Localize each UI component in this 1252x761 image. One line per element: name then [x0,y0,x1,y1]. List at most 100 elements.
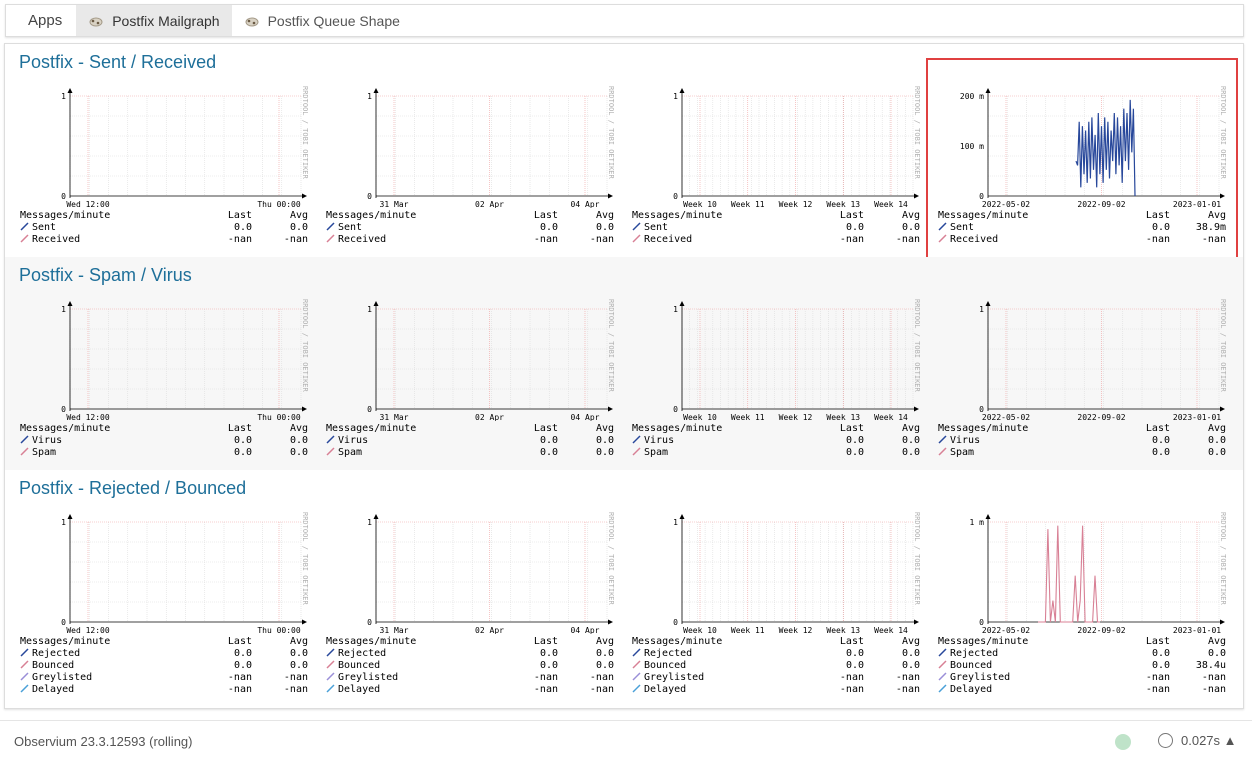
legend-row: Bounced 0.0 0.0 [326,659,614,672]
legend-series-name: Spam [338,447,363,458]
legend-avg-header: Avg [289,423,308,434]
app-tabs: Apps Postfix Mailgraph Postfix Queue Sha… [5,4,1244,37]
legend-last-header: Last [227,210,252,221]
graph-legend: Messages/minute Last Avg Sent 0.0 38.9m Receiv… [938,210,1226,246]
legend-avg-value: 0.0 [595,660,614,671]
rrd-graph[interactable]: Wed 12:00 Thu 00:00 1 0 RRDTOOL / TOBI OETIK… [20,510,308,695]
series-swatch-icon [326,683,335,693]
legend-series-name: Rejected [950,648,999,659]
rrd-graph[interactable]: Week 10 Week 11 Week 12 Week 13 Week 14 1 0 RRD… [632,84,920,252]
legend-last-value: 0.0 [845,435,864,446]
legend-series-name: Bounced [338,660,381,671]
legend-row: Bounced 0.0 0.0 [632,659,920,672]
legend-last-header: Last [533,423,558,434]
tab-postfix-mailgraph[interactable]: Postfix Mailgraph [76,5,232,36]
graph-legend: Messages/minute Last Avg Virus 0.0 0.0 Spam 0.0… [20,423,308,459]
legend-header: Messages/minute Last Avg [20,636,308,648]
rrd-graph[interactable]: Wed 12:00 Thu 00:00 1 0 RRDTOOL / TOBI OETIK… [20,297,308,465]
legend-avg-value: 0.0 [1207,447,1226,458]
legend-avg-value: 0.0 [901,222,920,233]
series-swatch-icon [326,671,335,681]
rrd-watermark: RRDTOOL / TOBI OETIKER [1219,512,1226,606]
y-tick-label: 0 [979,405,984,414]
rrd-graph[interactable]: 2022-05-02 2022-09-02 2023-01-01 200 m 100 m… [938,84,1226,252]
legend-avg-value: -nan [283,684,308,695]
legend-last-value: -nan [227,672,252,683]
legend-last-value: -nan [533,672,558,683]
legend-last-header: Last [1145,636,1170,647]
section-2: Postfix - Rejected / Bounced Wed 12:00 Thu… [5,470,1243,695]
x-tick-label: Week 12 [779,200,813,208]
legend-avg-value: 0.0 [901,447,920,458]
graph-canvas: Week 10 Week 11 Week 12 Week 13 Week 14 1 0 RRD… [673,299,920,421]
graph-legend: Messages/minute Last Avg Sent 0.0 0.0 Received… [20,210,308,246]
graph-legend: Messages/minute Last Avg Rejected 0.0 0.0 Boun… [326,636,614,696]
rrd-watermark: RRDTOOL / TOBI OETIKER [301,512,308,606]
rrd-graph[interactable]: 31 Mar 02 Apr 04 Apr 1 0 RRDTOOL / TOBI OETIK… [326,84,614,252]
y-tick-label: 0 [979,618,984,627]
legend-row: Rejected 0.0 0.0 [632,647,920,660]
series-swatch-icon [938,683,947,693]
series-swatch-icon [326,233,335,243]
legend-last-value: 0.0 [539,447,558,458]
x-tick-label: Week 11 [731,626,765,634]
legend-row: Virus 0.0 0.0 [632,434,920,447]
x-tick-label: 2022-05-02 [982,200,1030,208]
legend-units-label: Messages/minute [938,423,1029,434]
legend-avg-header: Avg [595,423,614,434]
x-tick-label: Week 14 [874,413,908,421]
rrd-watermark: RRDTOOL / TOBI OETIKER [607,512,614,606]
section-title: Postfix - Rejected / Bounced [19,478,247,498]
x-tick-label: 31 Mar [380,626,409,634]
rrd-graph[interactable]: 2022-05-02 2022-09-02 2023-01-01 1 0 RRDTOOL … [938,297,1226,465]
rrd-graph[interactable]: 31 Mar 02 Apr 04 Apr 1 0 RRDTOOL / TOBI OETIK… [326,297,614,465]
legend-avg-value: -nan [895,672,920,683]
x-tick-label: Thu 00:00 [257,626,301,634]
legend-series-name: Greylisted [950,672,1011,683]
timing-display[interactable]: 0.027s ▲ [1158,733,1237,749]
tab-label: Postfix Mailgraph [112,12,220,29]
series-swatch-icon [326,659,335,669]
status-ok-icon[interactable] [1115,734,1131,750]
legend-row: Greylisted -nan -nan [326,671,614,684]
legend-series-name: Rejected [338,648,387,659]
legend-avg-value: -nan [589,684,614,695]
legend-last-value: 0.0 [845,648,864,659]
rrd-graph[interactable]: Wed 12:00 Thu 00:00 1 0 RRDTOOL / TOBI OETIK… [20,84,308,252]
legend-header: Messages/minute Last Avg [326,210,614,222]
rrd-graph[interactable]: 2022-05-02 2022-09-02 2023-01-01 1 m 0 RRDTOO… [938,510,1226,695]
x-tick-label: 2023-01-01 [1173,626,1221,634]
y-tick-label: 0 [367,618,372,627]
apps-brand[interactable]: Apps [6,5,76,36]
legend-last-header: Last [533,636,558,647]
legend-series-name: Bounced [32,660,75,671]
legend-row: Spam 0.0 0.0 [632,446,920,459]
graph-canvas: 2022-05-02 2022-09-02 2023-01-01 1 0 RRDTOOL … [979,299,1226,421]
legend-series-name: Greylisted [644,672,705,683]
graphs-panel: Postfix - Sent / Received Wed 12:00 Thu 00… [4,43,1244,709]
legend-units-label: Messages/minute [632,210,723,221]
tab-postfix-queue-shape[interactable]: Postfix Queue Shape [232,5,412,36]
legend-series-name: Spam [32,447,57,458]
legend-avg-value: 38.4u [1195,660,1226,671]
rrd-graph[interactable]: Week 10 Week 11 Week 12 Week 13 Week 14 1 0 RRD… [632,510,920,695]
legend-series-name: Rejected [32,648,81,659]
rrd-graph[interactable]: Week 10 Week 11 Week 12 Week 13 Week 14 1 0 RRD… [632,297,920,465]
x-tick-label: 2022-05-02 [982,626,1030,634]
graph-legend: Messages/minute Last Avg Rejected 0.0 0.0 Boun… [20,636,308,696]
series-swatch-icon [20,221,29,231]
legend-row: Spam 0.0 0.0 [326,446,614,459]
legend-series-name: Bounced [950,660,993,671]
y-tick-label: 1 [673,305,678,314]
series-line-bounced [1038,525,1100,623]
legend-avg-header: Avg [901,210,920,221]
series-swatch-icon [938,233,947,243]
rrd-graph[interactable]: 31 Mar 02 Apr 04 Apr 1 0 RRDTOOL / TOBI OETIK… [326,510,614,695]
legend-row: Greylisted -nan -nan [632,671,920,684]
legend-avg-value: 0.0 [289,435,308,446]
legend-last-value: 0.0 [845,660,864,671]
graph-legend: Messages/minute Last Avg Sent 0.0 0.0 Received… [326,210,614,246]
legend-row: Sent 0.0 0.0 [20,221,308,234]
legend-row: Spam 0.0 0.0 [938,446,1226,459]
timing-text: 0.027s [1181,733,1221,748]
